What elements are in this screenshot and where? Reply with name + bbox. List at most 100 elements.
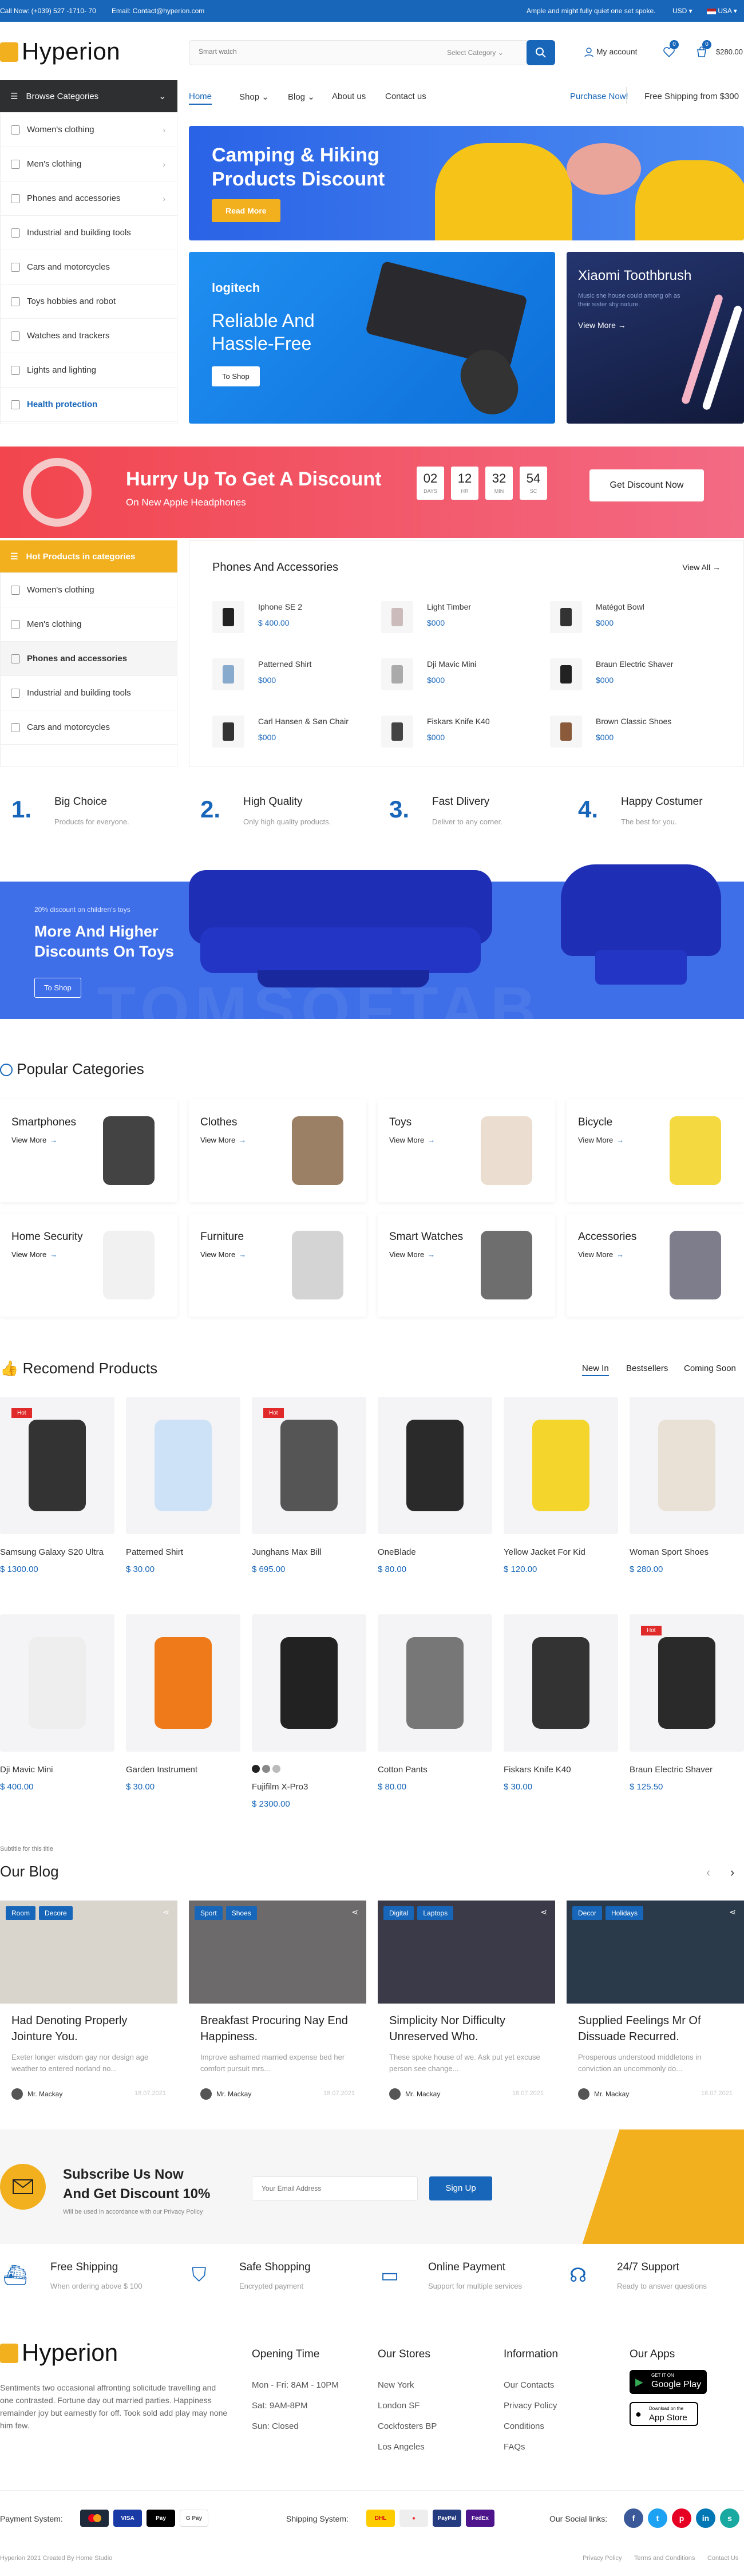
get-discount-button[interactable]: Get Discount Now [589,469,704,501]
category-card[interactable]: Accessories View More → [567,1214,744,1317]
currency-select[interactable]: USD ▾ [672,7,692,15]
product-thumbnail[interactable] [381,601,413,633]
sidebar-item[interactable]: Lights and lighting [1,353,177,388]
blog-card[interactable]: Decor Holidays ⋖ Supplied Feelings Mr Of Di… [567,1901,744,2112]
hot-category-item[interactable]: Women's clothing [1,573,177,607]
google-play-badge[interactable]: ▶ GET IT ON Google Play [630,2370,707,2394]
product-thumbnail[interactable] [550,601,582,633]
product-name[interactable]: Junghans Max Bill [252,1547,322,1557]
product-name[interactable]: Matégot Bowl [596,602,644,611]
blog-title[interactable]: Simplicity Nor Difficulty Unreserved Who… [389,2013,544,2045]
view-more-link[interactable]: View More → [11,1136,57,1144]
footer-terms-link[interactable]: Terms and Conditions [634,2555,695,2562]
share-icon[interactable]: ⋖ [351,1907,358,1917]
category-card[interactable]: Clothes View More → [189,1099,366,1202]
hot-category-item[interactable]: Phones and accessories [1,642,177,676]
product-thumbnail[interactable] [550,658,582,690]
share-icon[interactable]: ⋖ [163,1907,169,1917]
footer-contact-link[interactable]: Contact Us [707,2555,738,2562]
product-name[interactable]: Woman Sport Shoes [630,1547,709,1557]
blog-tag[interactable]: Decore [39,1906,73,1920]
product-image[interactable] [630,1397,744,1534]
blog-card[interactable]: Room Decore ⋖ Had Denoting Properly Jointur… [0,1901,177,2112]
info-link[interactable]: FAQs [504,2442,525,2452]
wishlist-button[interactable]: 0 [663,40,679,60]
share-icon[interactable]: ⋖ [729,1907,736,1917]
purchase-link[interactable]: Purchase Now! [570,92,628,101]
sidebar-item[interactable]: Phones and accessories › [1,181,177,216]
nav-contact[interactable]: Contact us [385,92,426,101]
product-name[interactable]: Fiskars Knife K40 [504,1765,571,1775]
toys-shop-button[interactable]: To Shop [34,978,81,998]
store[interactable]: Cockfosters BP [378,2421,437,2431]
view-more-link[interactable]: View More → [389,1136,435,1144]
product-name[interactable]: Patterned Shirt [258,659,311,669]
hot-category-item[interactable]: Men's clothing [1,607,177,642]
product-name[interactable]: Yellow Jacket For Kid [504,1547,585,1557]
product-name[interactable]: Dji Mavic Mini [0,1765,53,1775]
share-icon[interactable]: ⋖ [540,1907,547,1917]
blog-tag[interactable]: Shoes [225,1906,257,1920]
sidebar-item[interactable]: Health protection [1,388,177,422]
product-image[interactable]: Hot [252,1397,366,1534]
product-image[interactable] [504,1397,618,1534]
color-swatch[interactable] [252,1765,260,1773]
product-image[interactable] [0,1614,114,1752]
app-store-badge[interactable]: ● Download on the App Store [630,2402,698,2426]
blog-card[interactable]: Sport Shoes ⋖ Breakfast Procuring Nay End H… [189,1901,366,2112]
tab-new-in[interactable]: New In [582,1364,609,1376]
product-image[interactable] [126,1397,240,1534]
color-swatch[interactable] [272,1765,280,1773]
info-link[interactable]: Our Contacts [504,2380,554,2390]
share-icon[interactable]: s [720,2508,739,2528]
category-card[interactable]: Smartphones View More → [0,1099,177,1202]
twitter-icon[interactable]: t [648,2508,667,2528]
blog-next-arrow[interactable]: › [730,1865,734,1880]
tab-bestsellers[interactable]: Bestsellers [626,1364,668,1373]
product-image[interactable] [378,1397,492,1534]
sidebar-item[interactable]: Cars and motorcycles [1,250,177,285]
category-card[interactable]: Bicycle View More → [567,1099,744,1202]
blog-prev-arrow[interactable]: ‹ [706,1865,710,1880]
product-image[interactable]: Hot [630,1614,744,1752]
cart-button[interactable]: 0 $280.00 [695,40,743,60]
blog-tag[interactable]: Laptops [417,1906,454,1920]
product-name[interactable]: OneBlade [378,1547,416,1557]
product-thumbnail[interactable] [212,658,244,690]
blog-card[interactable]: Digital Laptops ⋖ Simplicity Nor Difficulty… [378,1901,555,2112]
xiaomi-banner[interactable]: Xiaomi Toothbrush Music she house could … [567,252,744,424]
blog-title[interactable]: Had Denoting Properly Jointure You. [11,2013,166,2045]
category-card[interactable]: Smart Watches View More → [378,1214,555,1317]
view-more-link[interactable]: View More → [389,1250,435,1259]
product-name[interactable]: Carl Hansen & Søn Chair [258,717,349,726]
store[interactable]: Los Angeles [378,2442,425,2452]
product-thumbnail[interactable] [212,601,244,633]
sidebar-item[interactable]: Watches and trackers [1,319,177,353]
topbar-email[interactable]: Email: Contact@hyperion.com [112,7,204,15]
info-link[interactable]: Conditions [504,2421,544,2431]
facebook-icon[interactable]: f [624,2508,643,2528]
category-card[interactable]: Furniture View More → [189,1214,366,1317]
search-input[interactable] [199,48,370,56]
hot-category-item[interactable]: Cars and motorcycles [1,710,177,745]
nav-shop[interactable]: Shop ⌄ [239,92,269,102]
product-thumbnail[interactable] [381,716,413,748]
view-more-link[interactable]: View More → [200,1250,246,1259]
product-name[interactable]: Patterned Shirt [126,1547,183,1557]
blog-tag[interactable]: Decor [572,1906,603,1920]
product-name[interactable]: Fujifilm X-Pro3 [252,1782,308,1792]
logitech-banner[interactable]: logitech Reliable And Hassle-Free To Sho… [189,252,555,424]
product-name[interactable]: Light Timber [427,602,471,611]
product-thumbnail[interactable] [550,716,582,748]
footer-privacy-link[interactable]: Privacy Policy [583,2555,622,2562]
nav-blog[interactable]: Blog ⌄ [288,92,315,102]
category-card[interactable]: Home Security View More → [0,1214,177,1317]
blog-tag[interactable]: Room [6,1906,36,1920]
view-all-link[interactable]: View All → [682,563,721,572]
read-more-button[interactable]: Read More [212,199,280,222]
product-name[interactable]: Fiskars Knife K40 [427,717,490,726]
sidebar-item[interactable]: Toys hobbies and robot [1,285,177,319]
pinterest-icon[interactable]: p [672,2508,691,2528]
email-input[interactable] [252,2176,418,2200]
blog-tag[interactable]: Sport [195,1906,223,1920]
